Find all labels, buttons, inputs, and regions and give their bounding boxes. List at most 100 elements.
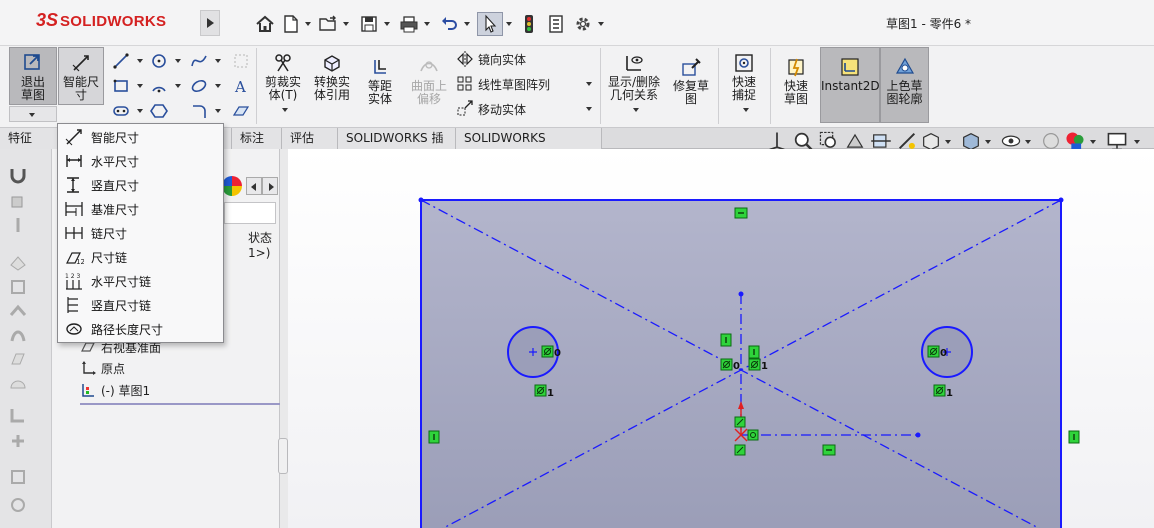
linear-pattern-dropdown[interactable]: [586, 82, 592, 86]
shaded-sketch-contours-button[interactable]: 上色草图轮廓: [880, 47, 929, 123]
undo-dropdown[interactable]: [464, 22, 470, 26]
menu-item-vertical-dimension[interactable]: 竖直尺寸: [58, 173, 223, 197]
menu-item-horizontal-ordinate[interactable]: 1 2 3 水平尺寸链: [58, 269, 223, 293]
rebuild-traffic-light-icon[interactable]: [518, 12, 540, 36]
equal-relation-icon: [541, 345, 554, 358]
linear-pattern-button[interactable]: 线性草图阵列: [456, 73, 550, 95]
circle-tool[interactable]: [150, 50, 181, 72]
instant2d-icon: [841, 58, 859, 76]
trim-icon: [275, 54, 291, 72]
plane-tool[interactable]: [232, 100, 254, 122]
tree-scroll-left[interactable]: [246, 177, 262, 195]
spline-icon: [191, 55, 207, 67]
offset-on-surface-label: 曲面上偏移: [410, 79, 447, 106]
menu-item-horizontal-dimension[interactable]: 水平尺寸: [58, 149, 223, 173]
rectangle-icon: [113, 79, 128, 92]
menu-item-smart-dimension[interactable]: 智能尺寸: [58, 125, 223, 149]
tab-evaluate[interactable]: 评估: [282, 128, 338, 149]
menu-item-label: 基准尺寸: [91, 202, 140, 217]
chain-dimension-icon: [65, 227, 83, 239]
undo-icon[interactable]: [437, 12, 461, 36]
select-cursor-icon[interactable]: [477, 12, 503, 36]
mirror-entities-button[interactable]: 镜向实体: [456, 48, 526, 70]
trim-entities-button[interactable]: 剪裁实体(T): [258, 52, 308, 115]
tree-scroll-right[interactable]: [262, 177, 278, 195]
ds-logo-mark: 3S: [36, 10, 59, 30]
move-entities-label: 移动实体: [478, 102, 527, 117]
slot-icon: [113, 106, 129, 116]
menu-item-vertical-ordinate[interactable]: 竖直尺寸链: [58, 293, 223, 317]
menu-item-baseline-dimension[interactable]: 基准尺寸: [58, 197, 223, 221]
repair-sketch-button[interactable]: 修复草图: [668, 56, 714, 106]
display-relations-label: 显示/删除几何关系: [607, 75, 661, 102]
display-style-dropdown[interactable]: [985, 140, 991, 144]
offset-entities-icon: [374, 60, 386, 74]
rapid-sketch-button[interactable]: 快速草图: [772, 56, 820, 106]
convert-entities-button[interactable]: 转换实体引用: [308, 52, 356, 102]
tree-item-origin[interactable]: 原点: [80, 359, 125, 377]
select-dropdown[interactable]: [506, 22, 512, 26]
ellipse-tool[interactable]: [190, 75, 221, 97]
vertical-relation-icon: [720, 333, 732, 347]
tree-filter-box[interactable]: [224, 202, 276, 224]
menu-item-ordinate-dimension[interactable]: 12 尺寸链: [58, 245, 223, 269]
hide-show-dropdown[interactable]: [1025, 140, 1031, 144]
view-settings-dropdown[interactable]: [1134, 140, 1140, 144]
new-document-dropdown[interactable]: [305, 22, 311, 26]
exit-sketch-dropdown[interactable]: [9, 106, 57, 122]
tab-solidworks-inspection[interactable]: SOLIDWORKS Inspection: [456, 128, 602, 165]
magnet-icon[interactable]: [8, 165, 28, 185]
baseline-dimension-icon: [65, 202, 83, 216]
slot-tool[interactable]: [112, 100, 143, 122]
sketch-icon: [82, 384, 94, 397]
graphics-area[interactable]: 0 0 0 1 1 1: [288, 149, 1154, 528]
options-dropdown[interactable]: [598, 22, 604, 26]
menu-item-path-length[interactable]: 路径长度尺寸: [58, 317, 223, 341]
offset-on-surface-button[interactable]: 曲面上偏移: [405, 56, 453, 106]
spline-tool[interactable]: [190, 50, 221, 72]
line-tool[interactable]: [112, 50, 143, 72]
open-folder-icon[interactable]: [316, 12, 340, 36]
exit-sketch-button[interactable]: 退出草图: [9, 47, 57, 105]
new-document-icon[interactable]: [280, 12, 302, 36]
origin-icon: [82, 361, 96, 375]
revolve-icon: [16, 218, 20, 232]
appearance-icon[interactable]: [222, 176, 242, 196]
reference-geometry-icon: [11, 470, 25, 484]
tab-solidworks-addins[interactable]: SOLIDWORKS 插件: [338, 128, 456, 165]
arc-tool[interactable]: [150, 75, 181, 97]
smart-dimension-button[interactable]: 智能尺寸: [58, 47, 104, 105]
fillet-tool[interactable]: [190, 100, 221, 122]
menu-item-chain-dimension[interactable]: 链尺寸: [58, 221, 223, 245]
panel-splitter-handle[interactable]: [278, 438, 288, 474]
display-relations-button[interactable]: 显示/删除几何关系: [603, 52, 665, 115]
quick-snaps-button[interactable]: 快速捕捉: [720, 52, 768, 115]
print-dropdown[interactable]: [424, 22, 430, 26]
ellipse-icon: [191, 79, 207, 93]
rectangle-tool[interactable]: [112, 75, 143, 97]
document-title: 草图1 - 零件6 *: [886, 17, 972, 31]
home-icon[interactable]: [253, 12, 277, 36]
polygon-tool[interactable]: [150, 100, 172, 122]
sketch-text-tool[interactable]: A: [232, 75, 254, 97]
view-cube-dropdown[interactable]: [945, 140, 951, 144]
instant2d-button[interactable]: Instant2D: [820, 47, 880, 123]
tab-markup[interactable]: 标注: [232, 128, 282, 149]
options-gear-icon[interactable]: [572, 12, 594, 36]
move-entities-button[interactable]: 移动实体: [456, 98, 526, 120]
move-entities-dropdown[interactable]: [586, 107, 592, 111]
save-icon[interactable]: [357, 12, 381, 36]
save-dropdown[interactable]: [384, 22, 390, 26]
solidworks-logo[interactable]: 3S SOLIDWORKS: [10, 9, 200, 39]
file-properties-icon[interactable]: [545, 12, 567, 36]
sketch-canvas[interactable]: 0 0 0 1 1 1: [288, 149, 1154, 528]
tree-rollback-bar[interactable]: [80, 403, 280, 405]
scene-dropdown[interactable]: [1090, 140, 1096, 144]
tab-features[interactable]: 特征: [0, 128, 58, 149]
open-dropdown[interactable]: [343, 22, 349, 26]
tree-item-sketch1[interactable]: (-) 草图1: [80, 381, 150, 399]
left-command-strip: [0, 149, 52, 528]
print-icon[interactable]: [397, 12, 421, 36]
offset-entities-button[interactable]: 等距实体: [356, 56, 404, 106]
menu-expand-arrow[interactable]: [200, 10, 220, 36]
